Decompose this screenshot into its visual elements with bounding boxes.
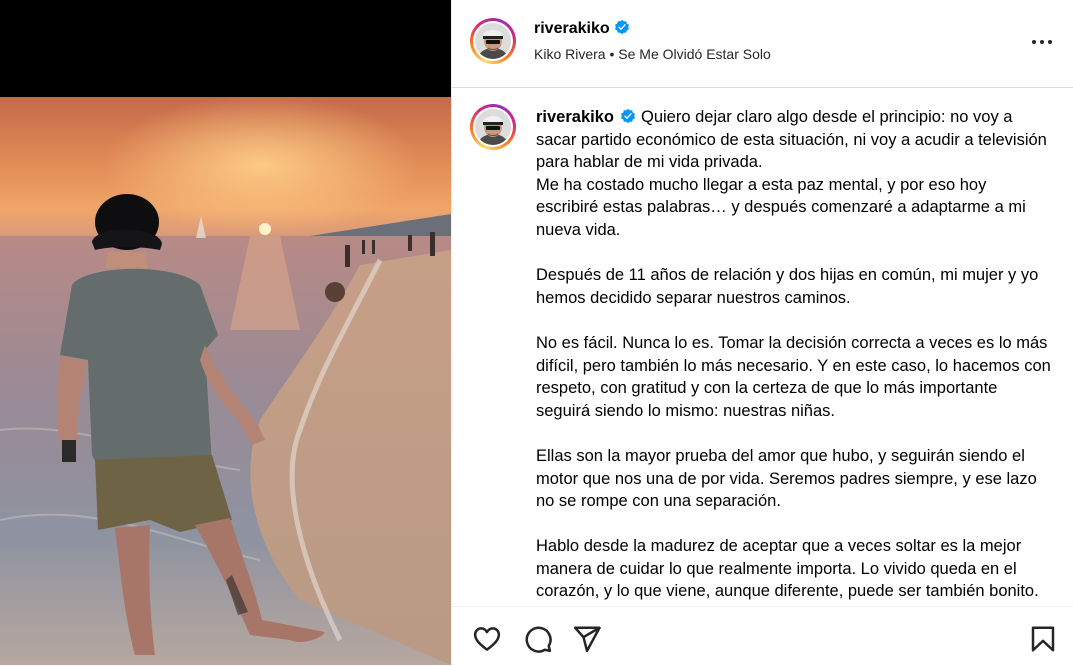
verified-badge-icon <box>614 19 629 35</box>
heart-icon[interactable] <box>472 624 502 654</box>
header-username-row: riverakiko <box>534 19 630 39</box>
audio-track[interactable]: Se Me Olvidó Estar Solo <box>618 46 771 62</box>
more-options-icon[interactable] <box>1030 30 1054 54</box>
verified-badge-icon <box>620 108 635 124</box>
avatar-face-icon <box>475 109 511 145</box>
header-username[interactable]: riverakiko <box>534 20 610 37</box>
header-audio-info: Kiko Rivera • Se Me Olvidó Estar Solo <box>534 45 771 63</box>
beach-sunset-photo <box>0 0 451 665</box>
post-actions-bar <box>452 606 1073 666</box>
post-header: riverakiko Kiko Rivera • Se Me Olvidó Es… <box>452 0 1073 88</box>
send-icon[interactable] <box>572 624 602 654</box>
audio-separator: • <box>605 46 619 62</box>
post-caption: riverakiko Quiero dejar claro algo desde… <box>536 106 1052 603</box>
post-details-panel: riverakiko Kiko Rivera • Se Me Olvidó Es… <box>451 0 1073 665</box>
post-media[interactable] <box>0 0 451 665</box>
caption-scroll-area[interactable]: riverakiko Quiero dejar claro algo desde… <box>452 88 1073 606</box>
avatar-photo <box>475 23 511 59</box>
caption-text: Quiero dejar claro algo desde el princip… <box>536 108 1051 601</box>
bookmark-icon[interactable] <box>1028 624 1058 654</box>
avatar-face-icon <box>475 23 511 59</box>
caption-author-avatar[interactable] <box>470 104 516 150</box>
avatar-photo <box>475 109 511 145</box>
caption-username[interactable]: riverakiko <box>536 108 614 126</box>
audio-artist[interactable]: Kiko Rivera <box>534 46 606 62</box>
author-avatar[interactable] <box>470 18 516 64</box>
instagram-post: riverakiko Kiko Rivera • Se Me Olvidó Es… <box>0 0 1073 665</box>
comment-icon[interactable] <box>523 624 553 654</box>
